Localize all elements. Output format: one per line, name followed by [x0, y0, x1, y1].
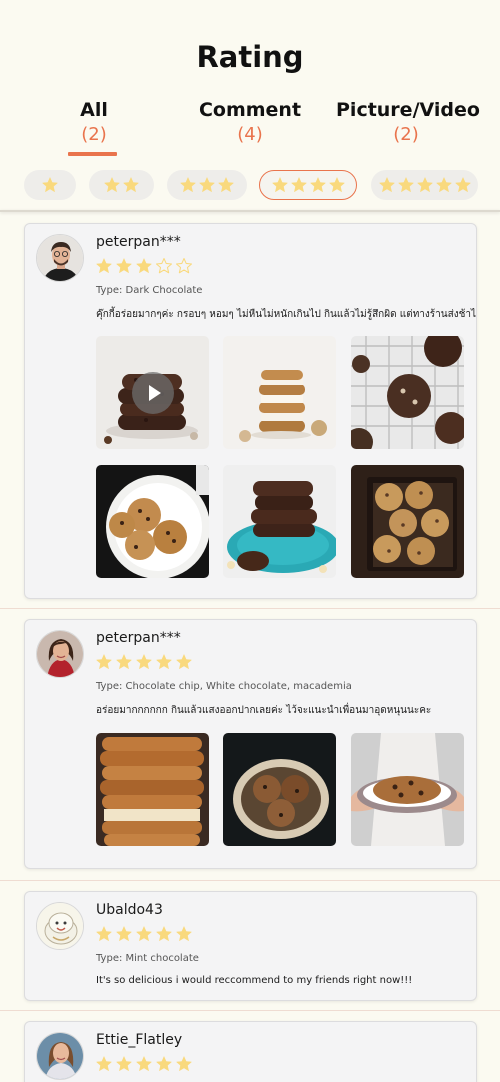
star-filled-icon — [95, 257, 113, 275]
avatar — [36, 234, 84, 282]
star-filled-icon — [115, 925, 133, 943]
star-icon — [198, 176, 216, 194]
review-username: Ettie_Flatley — [96, 1032, 183, 1048]
star-filled-icon — [135, 257, 153, 275]
filter-2-star-chip[interactable] — [89, 170, 154, 200]
review-type: Type: Mint chocolate — [96, 953, 199, 964]
filter-1-star-chip[interactable] — [24, 170, 76, 200]
star-icon — [271, 176, 289, 194]
star-filled-icon — [95, 1055, 113, 1073]
review-divider — [0, 880, 500, 881]
review-card: peterpan*** Type: Chocolate chip, White … — [24, 619, 477, 869]
tab-all[interactable]: All (2) — [58, 98, 130, 148]
review-photo[interactable] — [223, 465, 336, 578]
star-filled-icon — [175, 925, 193, 943]
star-filled-icon — [175, 653, 193, 671]
active-tab-indicator — [68, 152, 117, 156]
star-filled-icon — [155, 1055, 173, 1073]
star-filled-icon — [135, 1055, 153, 1073]
star-icon — [416, 176, 434, 194]
review-card: Ettie_Flatley — [24, 1021, 477, 1082]
filter-4-star-chip[interactable] — [259, 170, 357, 200]
review-photo[interactable] — [223, 336, 336, 449]
review-rating-stars — [95, 257, 193, 275]
review-type: Type: Chocolate chip, White chocolate, m… — [96, 681, 352, 692]
review-photo[interactable] — [96, 733, 209, 846]
review-username: Ubaldo43 — [96, 902, 163, 918]
review-card: peterpan*** Type: Dark Chocolate คุ๊กกี้… — [24, 223, 477, 599]
review-photo[interactable] — [351, 336, 464, 449]
star-icon — [378, 176, 396, 194]
review-type: Type: Dark Chocolate — [96, 285, 203, 296]
review-video-thumbnail[interactable] — [96, 336, 209, 449]
review-photo[interactable] — [96, 465, 209, 578]
review-comment: คุ๊กกี้อร่อยมากๆค่ะ กรอบๆ หอมๆ ไม่หืนไม่… — [96, 309, 477, 320]
star-filled-icon — [115, 1055, 133, 1073]
star-icon — [397, 176, 415, 194]
review-photo[interactable] — [223, 733, 336, 846]
star-filter-bar — [0, 170, 500, 202]
tab-picture-video[interactable]: Picture/Video (2) — [336, 98, 480, 148]
star-icon — [217, 176, 235, 194]
star-icon — [290, 176, 308, 194]
header-divider — [0, 210, 500, 212]
star-icon — [328, 176, 346, 194]
star-icon — [179, 176, 197, 194]
review-photo[interactable] — [351, 465, 464, 578]
tab-all-count: (2) — [81, 124, 107, 145]
star-icon — [309, 176, 327, 194]
star-filled-icon — [155, 925, 173, 943]
star-icon — [103, 176, 121, 194]
avatar — [36, 630, 84, 678]
star-filled-icon — [135, 653, 153, 671]
review-username: peterpan*** — [96, 630, 181, 646]
review-divider — [0, 608, 500, 609]
rating-tabs: All (2) Comment (4) Picture/Video (2) — [0, 98, 500, 158]
star-filled-icon — [115, 257, 133, 275]
review-username: peterpan*** — [96, 234, 181, 250]
tab-picture-video-count: (2) — [393, 124, 419, 145]
star-icon — [122, 176, 140, 194]
review-rating-stars — [95, 653, 193, 671]
star-icon — [454, 176, 472, 194]
avatar — [36, 902, 84, 950]
page-title: Rating — [196, 40, 304, 74]
star-filled-icon — [95, 925, 113, 943]
tab-all-label: All — [80, 99, 108, 121]
star-icon — [41, 176, 59, 194]
review-comment: It's so delicious i would reccommend to … — [96, 975, 413, 986]
filter-3-star-chip[interactable] — [167, 170, 247, 200]
star-filled-icon — [175, 1055, 193, 1073]
tab-comment-count: (4) — [237, 124, 263, 145]
review-comment: อร่อยมากกกกกก กินแล้วแสงออกปากเลยค่ะ ไว้… — [96, 705, 432, 716]
avatar — [36, 1032, 84, 1080]
star-filled-icon — [135, 925, 153, 943]
review-rating-stars — [95, 925, 193, 943]
star-filled-icon — [155, 653, 173, 671]
tab-comment[interactable]: Comment (4) — [192, 98, 308, 148]
star-empty-icon — [175, 257, 193, 275]
star-filled-icon — [95, 653, 113, 671]
review-rating-stars — [95, 1055, 193, 1073]
review-photo[interactable] — [351, 733, 464, 846]
star-filled-icon — [115, 653, 133, 671]
review-divider — [0, 1010, 500, 1011]
tab-comment-label: Comment — [198, 99, 302, 121]
filter-5-star-chip[interactable] — [371, 170, 478, 200]
star-empty-icon — [155, 257, 173, 275]
review-card: Ubaldo43 Type: Mint chocolate It's so de… — [24, 891, 477, 1001]
play-icon[interactable] — [132, 372, 174, 414]
tab-picture-video-label: Picture/Video — [336, 99, 480, 121]
star-icon — [435, 176, 453, 194]
